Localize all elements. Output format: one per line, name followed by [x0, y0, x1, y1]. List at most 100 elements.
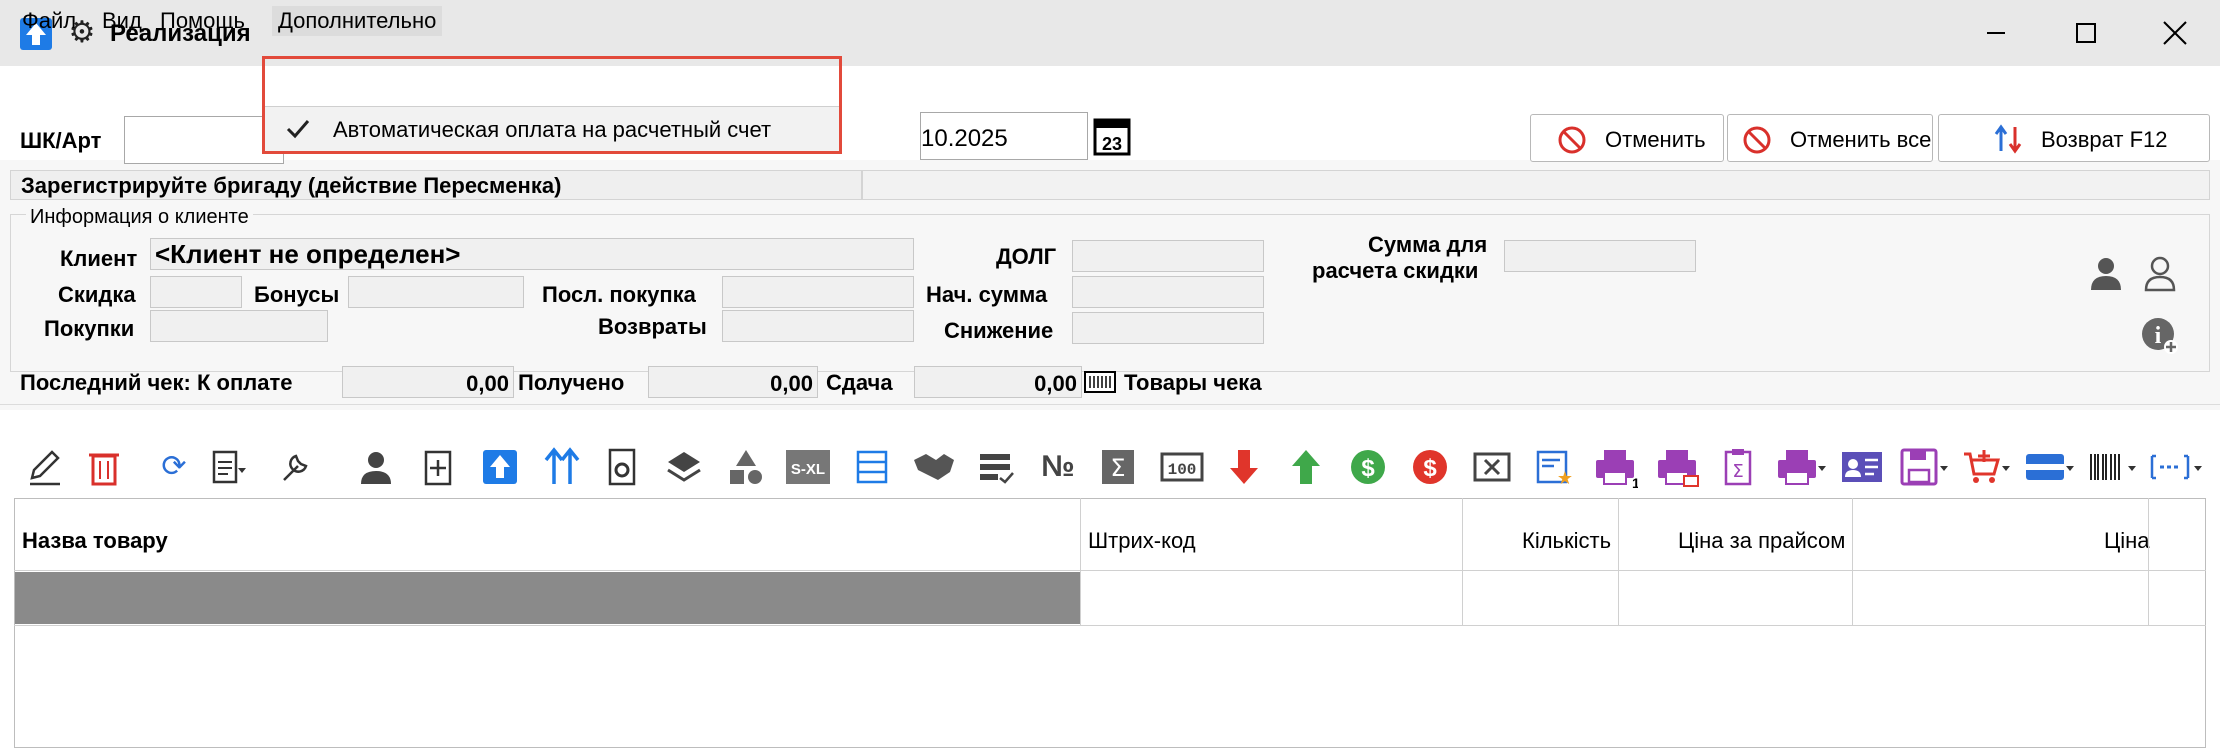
menu-additional[interactable]: Дополнительно	[272, 6, 443, 36]
calendar-icon[interactable]: 23	[1092, 114, 1132, 158]
change-field: 0,00	[914, 366, 1082, 398]
settings-doc-icon[interactable]	[602, 446, 642, 488]
menu-view[interactable]: Вид	[96, 6, 148, 36]
sum-icon[interactable]: Σ	[1098, 446, 1138, 488]
separator	[0, 404, 2220, 405]
to-pay-value: 0,00	[466, 371, 509, 396]
cart-icon[interactable]	[1962, 446, 2012, 488]
close-box-icon[interactable]	[1472, 446, 1512, 488]
status-box: Зарегистрируйте бригаду (действие Пересм…	[10, 170, 862, 200]
col-quantity[interactable]: Кількість	[1522, 528, 1611, 554]
last-purchase-field[interactable]	[722, 276, 914, 308]
start-sum-label: Нач. сумма	[926, 282, 1048, 307]
svg-text:23: 23	[1102, 134, 1122, 154]
dollar-red-icon[interactable]: $	[1410, 446, 1450, 488]
col-product-name[interactable]: Назва товару	[22, 528, 168, 554]
maximize-button[interactable]	[2040, 0, 2130, 66]
printer-menu-icon[interactable]	[1776, 446, 1828, 488]
cancel-all-label: Отменить все	[1790, 127, 1932, 152]
col-price[interactable]: Ціна	[2104, 528, 2150, 554]
clipboard-icon[interactable]: Σ	[1718, 446, 1758, 488]
last-purchase-label: Посл. покупка	[542, 282, 696, 307]
col-price-list[interactable]: Ціна за прайсом	[1678, 528, 1845, 554]
refresh-icon[interactable]: ⟳	[154, 446, 194, 488]
list-icon[interactable]	[852, 446, 892, 488]
dollar-green-icon[interactable]: $	[1348, 446, 1388, 488]
status-box-right	[862, 170, 2210, 200]
star-card-icon[interactable]: ★	[1534, 446, 1574, 489]
printer-2-icon[interactable]	[1656, 446, 1699, 488]
return-arrows-icon	[1993, 123, 2025, 161]
to-pay-field: 0,00	[342, 366, 514, 398]
debt-field[interactable]	[1072, 240, 1264, 272]
size-icon[interactable]: S-XL	[786, 446, 830, 488]
returns-field[interactable]	[722, 310, 914, 342]
purchases-field[interactable]	[150, 310, 328, 342]
upload-icon[interactable]	[480, 446, 520, 488]
counter-icon[interactable]: 100	[1160, 446, 1204, 488]
add-document-icon[interactable]	[418, 446, 458, 488]
col-divider	[1852, 498, 1853, 626]
client-field[interactable]: <Клиент не определен>	[150, 238, 914, 270]
start-sum-field[interactable]	[1072, 276, 1264, 308]
header-divider	[14, 570, 2206, 571]
bonus-field[interactable]	[348, 276, 524, 308]
user-icon[interactable]	[356, 446, 396, 488]
menu-help[interactable]: Помощь	[154, 6, 251, 36]
svg-text:$: $	[1423, 455, 1437, 482]
status-message: Зарегистрируйте бригаду (действие Пересм…	[21, 173, 562, 198]
arrow-down-icon[interactable]	[1224, 446, 1264, 488]
received-field: 0,00	[648, 366, 818, 398]
client-info-title: Информация о клиенте	[26, 206, 253, 229]
user-outline-icon[interactable]	[2140, 254, 2180, 294]
cancel-all-button[interactable]: Отменить все	[1727, 114, 1933, 162]
client-value: <Клиент не определен>	[155, 239, 461, 269]
drive-icon[interactable]	[2024, 446, 2076, 488]
date-field[interactable]: 10.2025	[920, 112, 1088, 160]
shapes-icon[interactable]	[726, 446, 766, 488]
change-label: Сдача	[826, 370, 893, 395]
goods-label[interactable]: Товары чека	[1124, 370, 1262, 396]
handshake-icon[interactable]	[912, 446, 954, 488]
col-barcode[interactable]: Штрих-код	[1088, 528, 1196, 554]
svg-text:Σ: Σ	[1732, 461, 1743, 482]
arrow-up-icon[interactable]	[1286, 446, 1326, 488]
user-solid-icon[interactable]	[2086, 254, 2126, 294]
save-icon[interactable]	[1900, 446, 1950, 488]
returns-label: Возвраты	[598, 314, 707, 339]
svg-text:i: i	[2155, 323, 2162, 349]
svg-text:1: 1	[1632, 475, 1638, 488]
cancel-button[interactable]: Отменить	[1530, 114, 1724, 162]
menu-file[interactable]: Файл	[16, 6, 82, 36]
discount-field[interactable]	[150, 276, 242, 308]
number-icon[interactable]: №	[1038, 446, 1078, 488]
client-label: Клиент	[60, 246, 138, 271]
svg-text:Σ: Σ	[1110, 454, 1125, 482]
discount-sum-field[interactable]	[1504, 240, 1696, 272]
id-card-icon[interactable]	[1840, 446, 1882, 488]
delete-icon[interactable]	[84, 446, 124, 488]
purchases-label: Покупки	[44, 316, 135, 341]
return-button[interactable]: Возврат F12	[1938, 114, 2210, 162]
col-divider	[1462, 498, 1463, 626]
barcode-icon[interactable]	[2088, 446, 2138, 488]
layers-icon[interactable]	[664, 446, 704, 488]
dotted-icon[interactable]	[2148, 446, 2204, 488]
list-check-icon[interactable]	[976, 446, 1016, 488]
date-value: 10.2025	[921, 125, 1008, 152]
barcode-input[interactable]	[124, 116, 284, 164]
printer-1-icon[interactable]: 1	[1594, 446, 1640, 491]
receipt-icon[interactable]	[1084, 370, 1116, 396]
edit-icon[interactable]	[24, 446, 64, 488]
document-icon[interactable]	[208, 446, 248, 488]
minimize-button[interactable]	[1950, 0, 2040, 66]
close-button[interactable]	[2130, 0, 2220, 66]
wrench-icon[interactable]	[274, 446, 314, 488]
info-add-icon[interactable]: i	[2140, 316, 2180, 356]
sort-icon[interactable]	[542, 446, 582, 488]
bonus-label: Бонусы	[254, 282, 340, 307]
reduction-field[interactable]	[1072, 312, 1264, 344]
table-row-selected-cell[interactable]	[15, 572, 1080, 624]
svg-text:★: ★	[1557, 468, 1573, 488]
col-divider	[1618, 498, 1619, 626]
